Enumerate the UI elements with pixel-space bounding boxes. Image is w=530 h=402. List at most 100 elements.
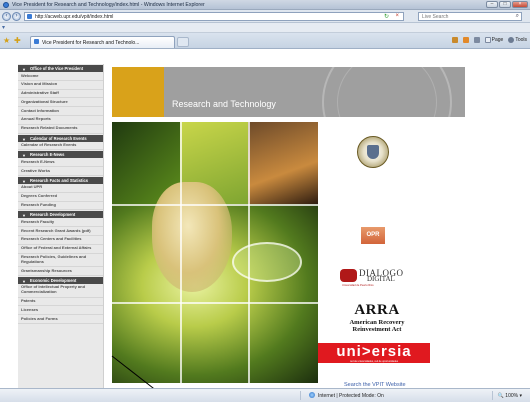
stop-icon[interactable]: × xyxy=(395,13,399,19)
search-field[interactable]: ⌕ xyxy=(418,12,522,21)
home-button[interactable] xyxy=(451,37,458,43)
add-favorites-icon[interactable]: ✚ xyxy=(14,36,21,45)
arra-line1: American Recovery xyxy=(349,319,405,326)
banner-gold-block xyxy=(112,67,164,117)
sidebar-link[interactable]: Research Faculty xyxy=(18,218,103,228)
sidebar-link[interactable]: Office of Federal and External Affairs xyxy=(18,245,103,254)
seal-shield-icon xyxy=(367,145,379,159)
tools-gear-icon xyxy=(508,37,515,43)
upr-seal-logo[interactable] xyxy=(357,136,389,168)
dialogo-digital-logo[interactable]: DIALOGO DIGITAL Universidad de Puerto Ri… xyxy=(340,267,408,287)
page-icon xyxy=(27,14,32,19)
photo-divider xyxy=(248,122,250,383)
universia-tagline: red de universidades, red de oportunidad… xyxy=(349,360,399,363)
sidebar-link[interactable]: Research Funding xyxy=(18,202,103,211)
section-collapse-icon[interactable]: ▼ xyxy=(22,278,26,284)
browser-logo-icon xyxy=(3,2,9,8)
feeds-icon xyxy=(462,37,469,43)
sidebar-link[interactable]: Degrees Conferred xyxy=(18,193,103,202)
feeds-button[interactable] xyxy=(462,37,469,43)
print-button[interactable] xyxy=(473,37,480,43)
arra-title: ARRA xyxy=(354,302,400,318)
url-text[interactable]: http://acweb.upr.edu/vpit/index.html xyxy=(35,14,113,20)
close-button[interactable]: × xyxy=(512,1,528,8)
title-bar: Vice President for Research and Technolo… xyxy=(0,0,530,10)
sidebar-section-label: Research Development xyxy=(30,212,76,218)
security-zone-text[interactable]: Internet | Protected Mode: On xyxy=(318,393,384,399)
search-input[interactable] xyxy=(419,13,507,20)
opr-logo[interactable]: OPR xyxy=(361,227,385,244)
sidebar-link[interactable]: Grantsmanship Resources xyxy=(18,267,103,276)
zoom-level[interactable]: 🔍 100% ▾ xyxy=(498,393,522,399)
sidebar-link[interactable]: Contact Information xyxy=(18,107,103,116)
universia-logo[interactable]: uni>ersia red de universidades, red de o… xyxy=(318,343,430,363)
sidebar-link[interactable]: Creative Works xyxy=(18,167,103,176)
page-menu-icon xyxy=(484,37,491,43)
tab-active[interactable]: Vice President for Research and Technolo… xyxy=(30,36,175,48)
sidebar-section-heading[interactable]: ▼ Calendar of Research Events xyxy=(18,134,103,142)
forward-button[interactable]: › xyxy=(12,12,21,21)
banner-title: Research and Technology xyxy=(172,99,276,109)
url-field[interactable]: http://acweb.upr.edu/vpit/index.html ↻ × xyxy=(24,12,404,21)
sidebar-link[interactable]: Policies and Forms xyxy=(18,315,103,324)
page-viewport: ▼ Office of the Vice President Welcome Visi… xyxy=(0,50,530,388)
zoom-value: 100% xyxy=(505,393,519,399)
sidebar-nav: ▼ Office of the Vice President Welcome Visi… xyxy=(18,64,104,388)
sidebar-link[interactable]: Administrative Staff xyxy=(18,90,103,99)
sidebar-link[interactable]: Welcome xyxy=(18,72,103,81)
page-menu-label: Page xyxy=(491,37,504,43)
section-collapse-icon[interactable]: ▼ xyxy=(22,66,26,72)
sidebar-link[interactable]: Calendar of Research Events xyxy=(18,142,103,151)
sidebar-link[interactable]: Recent Research Grant Awards (pdf) xyxy=(18,227,103,236)
sidebar-section-label: Research E-News xyxy=(30,152,65,158)
sidebar-link[interactable]: Research Related Documents xyxy=(18,125,103,134)
command-bar: Page Tools xyxy=(451,37,527,43)
sidebar-section-label: Office of the Vice President xyxy=(30,66,84,71)
section-collapse-icon[interactable]: ▼ xyxy=(22,136,26,142)
sidebar-link[interactable]: Licenses xyxy=(18,306,103,316)
section-collapse-icon[interactable]: ▼ xyxy=(22,152,26,158)
photo-petri-dish xyxy=(232,242,302,282)
sidebar-section-heading[interactable]: ▼ Research Development xyxy=(18,211,103,219)
photo-divider xyxy=(112,302,318,304)
tools-menu[interactable]: Tools xyxy=(508,37,527,43)
sidebar-link[interactable]: Office of Intellectual Property and Comm… xyxy=(18,284,103,298)
tab-bar: ★ ✚ Vice President for Research and Tech… xyxy=(0,33,530,49)
maximize-button[interactable]: □ xyxy=(499,1,511,8)
page-menu[interactable]: Page xyxy=(484,37,504,43)
internet-zone-globe-icon xyxy=(309,392,315,398)
sidebar-link[interactable]: Patents xyxy=(18,298,103,307)
sidebar-section-label: Research Facts and Statistics xyxy=(30,177,89,183)
sidebar-link[interactable]: Annual Reports xyxy=(18,116,103,125)
refresh-icon[interactable]: ↻ xyxy=(384,13,389,20)
window-title: Vice President for Research and Technolo… xyxy=(12,2,205,8)
status-separator xyxy=(492,391,493,400)
sidebar-link[interactable]: Research E-News xyxy=(18,158,103,168)
arra-logo[interactable]: ARRA American Recovery Reinvestment Act xyxy=(322,302,432,333)
sidebar-link[interactable]: Research Centers and Facilities xyxy=(18,236,103,245)
sidebar-link[interactable]: Organizational Structure xyxy=(18,98,103,108)
window-controls: – □ × xyxy=(486,1,528,8)
section-collapse-icon[interactable]: ▼ xyxy=(22,178,26,184)
partner-logos: OPR DIALOGO DIGITAL Universidad de Puert… xyxy=(318,122,468,388)
minimize-button[interactable]: – xyxy=(486,1,498,8)
tab-page-icon xyxy=(34,39,39,44)
links-icon[interactable]: ▾ xyxy=(2,24,5,31)
section-collapse-icon[interactable]: ▼ xyxy=(22,212,26,218)
new-tab-button[interactable] xyxy=(177,37,189,47)
sidebar-section-heading[interactable]: ▼ Economic Development xyxy=(18,276,103,284)
links-bar: ▾ xyxy=(0,23,530,33)
tools-menu-label: Tools xyxy=(515,37,527,43)
sidebar-link[interactable]: About UPR xyxy=(18,184,103,193)
search-icon[interactable]: ⌕ xyxy=(516,13,519,20)
sidebar-link[interactable]: Research Policies, Guidelines and Regula… xyxy=(18,254,103,268)
sidebar-section-heading[interactable]: ▼ Office of the Vice President xyxy=(18,65,103,72)
sidebar-section-label: Calendar of Research Events xyxy=(30,135,87,141)
home-icon xyxy=(451,37,458,43)
sidebar-link[interactable]: Vision and Mission xyxy=(18,81,103,90)
sidebar-section-heading[interactable]: ▼ Research Facts and Statistics xyxy=(18,176,103,184)
back-button[interactable]: ‹ xyxy=(2,12,11,21)
sidebar-section-heading[interactable]: ▼ Research E-News xyxy=(18,151,103,159)
favorites-star-icon[interactable]: ★ xyxy=(3,36,10,45)
research-photo-collage xyxy=(112,122,318,383)
